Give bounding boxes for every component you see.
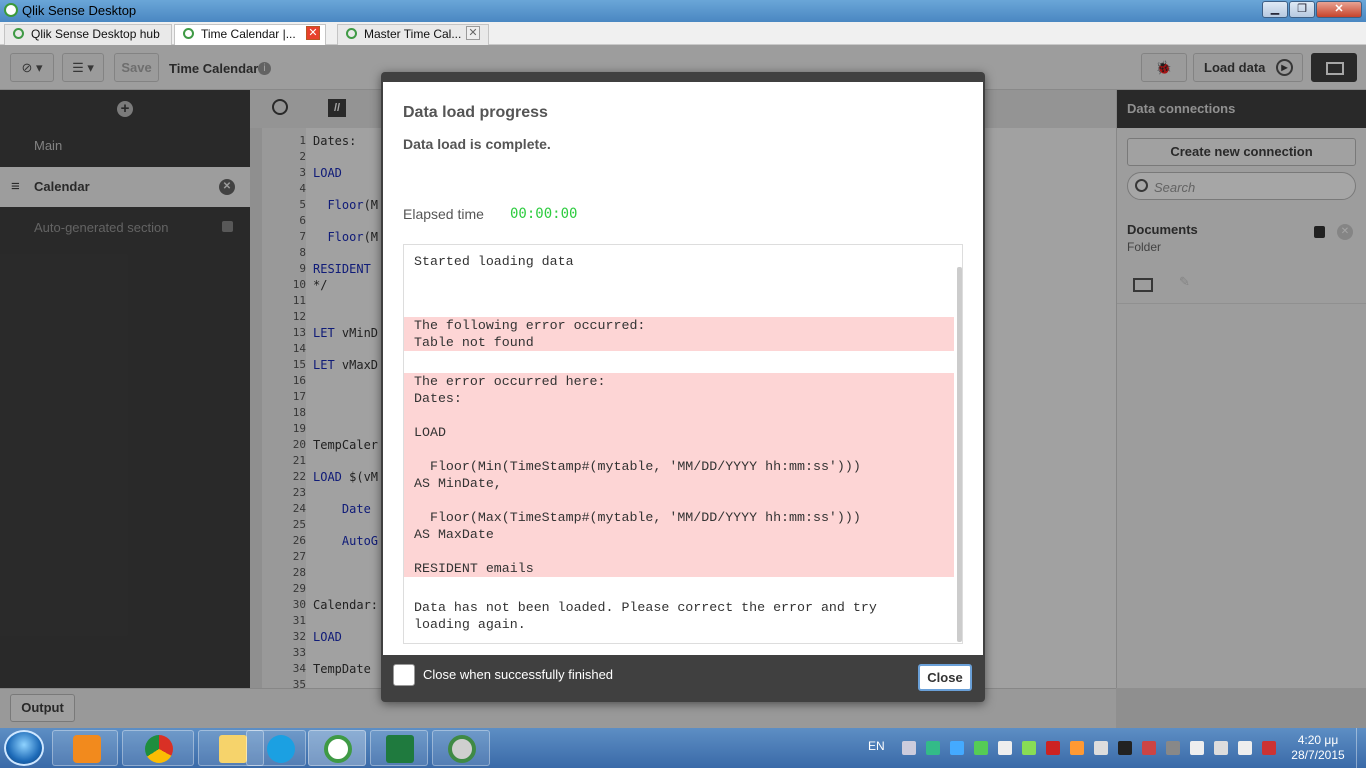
dialog-title: Data load progress [403, 104, 548, 121]
taskbar-qlikview[interactable] [432, 730, 490, 766]
window-title: Qlik Sense Desktop [22, 3, 137, 18]
tray-icon[interactable] [998, 741, 1012, 755]
sync-icon[interactable] [974, 741, 988, 755]
taskbar-qlik-sense[interactable] [308, 730, 366, 766]
tab-hub[interactable]: Qlik Sense Desktop hub [4, 24, 172, 45]
log-error-message: The following error occurred: Table not … [404, 317, 954, 351]
windows-taskbar: EN 4:20 μμ 28/7/2015 [0, 728, 1366, 768]
language-indicator[interactable]: EN [868, 739, 885, 753]
signal-icon[interactable] [1214, 741, 1228, 755]
tray-icon[interactable] [1142, 741, 1156, 755]
antivirus-icon[interactable] [1046, 741, 1060, 755]
taskbar-media-player[interactable] [52, 730, 118, 766]
qlik-icon [13, 28, 24, 39]
close-window-button[interactable]: ✕ [1316, 1, 1362, 18]
maximize-button[interactable]: ❐ [1289, 1, 1315, 18]
start-button[interactable] [4, 730, 44, 766]
volume-icon[interactable] [1094, 741, 1108, 755]
network-icon[interactable] [1262, 741, 1276, 755]
speaker-icon[interactable] [1238, 741, 1252, 755]
clock-date: 28/7/2015 [1291, 748, 1345, 762]
dialog-body: Data load progress Data load is complete… [383, 82, 983, 655]
maximize-icon: ❐ [1297, 3, 1307, 15]
log-started: Started loading data [414, 254, 574, 269]
log-scrollbar[interactable] [957, 267, 962, 642]
qlik-app-icon [4, 3, 18, 17]
data-load-progress-dialog: Data load progress Data load is complete… [381, 72, 985, 702]
tray-icon[interactable] [902, 741, 916, 755]
minimize-icon: ▁ [1270, 3, 1280, 15]
log-final-message: Data has not been loaded. Please correct… [414, 600, 877, 632]
qlikview-icon [448, 735, 476, 763]
close-button[interactable]: Close [918, 664, 972, 691]
tray-icon[interactable] [1022, 741, 1036, 755]
close-icon: ✕ [1334, 3, 1344, 15]
tab-bar: Qlik Sense Desktop hub Time Calendar |..… [0, 22, 1366, 45]
elapsed-time-label: Elapsed time [403, 206, 484, 222]
explorer-icon [219, 735, 247, 763]
close-when-finished-checkbox[interactable] [393, 664, 415, 686]
minimize-button[interactable]: ▁ [1262, 1, 1288, 18]
window-titlebar: Qlik Sense Desktop ▁ ❐ ✕ [0, 0, 1366, 22]
google-drive-icon[interactable] [926, 741, 940, 755]
skype-icon [267, 735, 295, 763]
tray-icon[interactable] [950, 741, 964, 755]
tab-time-calendar[interactable]: Time Calendar |... [174, 24, 326, 45]
tab-label: Master Time Cal... [364, 27, 462, 41]
tab-close-icon[interactable]: ✕ [306, 26, 320, 40]
tray-icon[interactable] [1118, 741, 1132, 755]
clock-time: 4:20 μμ [1297, 733, 1339, 747]
tab-label: Qlik Sense Desktop hub [31, 27, 160, 41]
log-error-location: The error occurred here: Dates: LOAD Flo… [404, 373, 954, 577]
tray-icon[interactable] [1070, 741, 1084, 755]
checkbox-label: Close when successfully finished [423, 667, 614, 682]
qlik-sense-icon [324, 735, 352, 763]
load-log[interactable]: Started loading data The following error… [403, 244, 963, 644]
taskbar-skype[interactable] [246, 730, 306, 766]
media-player-icon [73, 735, 101, 763]
elapsed-time-value: 00:00:00 [510, 206, 578, 222]
load-status: Data load is complete. [403, 136, 551, 152]
qlik-icon [346, 28, 357, 39]
qlik-icon [183, 28, 194, 39]
taskbar-excel[interactable] [370, 730, 428, 766]
taskbar-clock[interactable]: 4:20 μμ 28/7/2015 [1288, 733, 1348, 763]
chrome-icon [145, 735, 173, 763]
tray-icon[interactable] [1190, 741, 1204, 755]
taskbar-chrome[interactable] [122, 730, 194, 766]
show-desktop-button[interactable] [1356, 728, 1366, 768]
tab-close-icon[interactable]: ✕ [466, 26, 480, 40]
tab-label: Time Calendar |... [201, 27, 296, 41]
excel-icon [386, 735, 414, 763]
tray-icon[interactable] [1166, 741, 1180, 755]
